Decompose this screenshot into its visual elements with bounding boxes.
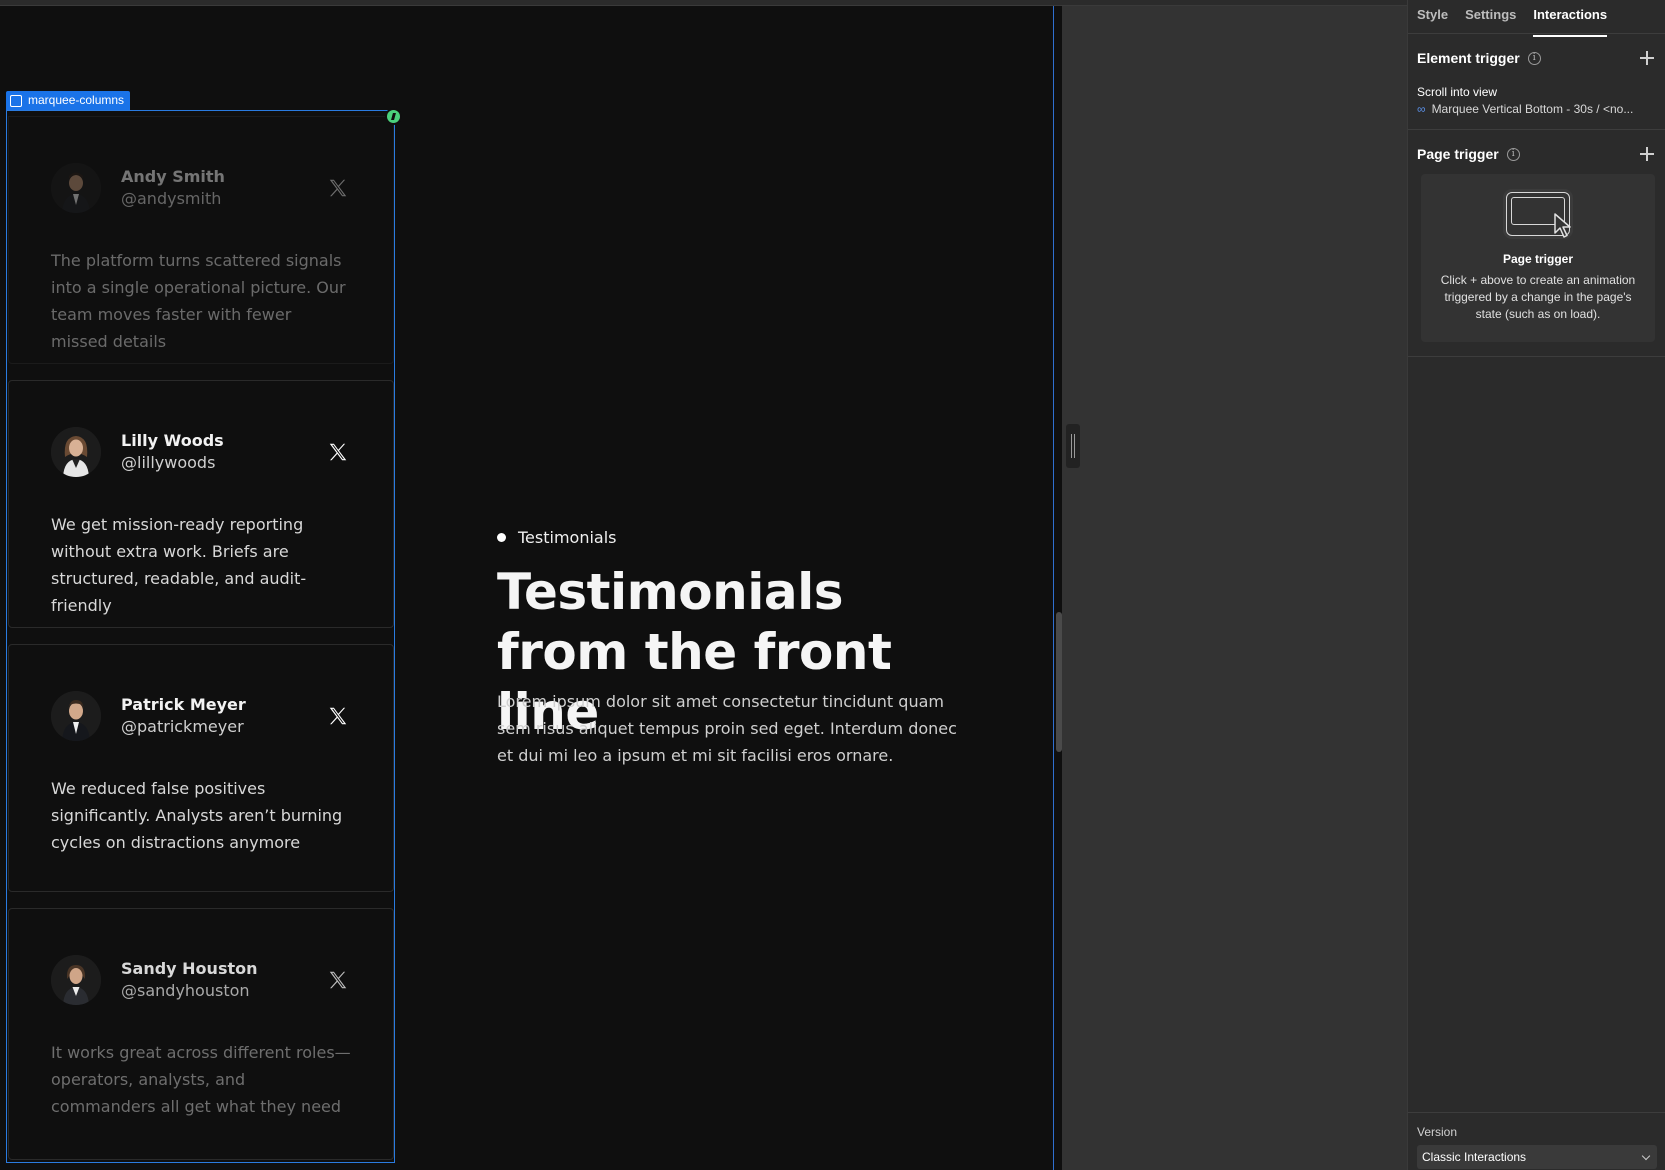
x-logo-icon[interactable]	[327, 177, 349, 199]
element-trigger-item[interactable]: Scroll into view ∞ Marquee Vertical Bott…	[1417, 84, 1656, 118]
info-icon[interactable]: i	[1527, 51, 1541, 65]
properties-panel: Style Settings Interactions Element trig…	[1407, 0, 1665, 1170]
version-value: Classic Interactions	[1422, 1150, 1527, 1164]
version-section: Version Classic Interactions	[1408, 1112, 1665, 1170]
link-icon: ∞	[1417, 102, 1426, 116]
empty-state-text: Click + above to create an animation tri…	[1440, 273, 1636, 321]
section-tag: Testimonials	[497, 528, 617, 547]
selection-label[interactable]: marquee-columns	[6, 91, 131, 110]
author-name: Sandy Houston	[121, 959, 258, 978]
page-trigger-section: Page trigger i Page trigger Click + abov…	[1408, 130, 1665, 357]
version-select[interactable]: Classic Interactions	[1417, 1145, 1657, 1169]
testimonial-card[interactable]: Lilly Woods @lillywoods We get mission-r…	[8, 380, 394, 628]
element-trigger-title: Element trigger	[1417, 50, 1520, 66]
tab-settings[interactable]: Settings	[1465, 0, 1516, 33]
browser-cursor-icon	[1506, 192, 1571, 238]
author-handle: @patrickmeyer	[121, 717, 244, 736]
author-handle: @lillywoods	[121, 453, 216, 472]
testimonial-quote: We reduced false positives significantly…	[51, 779, 343, 852]
panel-tabs: Style Settings Interactions	[1408, 0, 1665, 37]
bullet-dot-icon	[497, 533, 506, 542]
info-icon[interactable]: i	[1506, 147, 1520, 161]
empty-state-title: Page trigger	[1502, 252, 1574, 266]
canvas-edge-line	[1053, 6, 1054, 1170]
testimonial-card[interactable]: Andy Smith @andysmith The platform turns…	[8, 116, 394, 364]
x-logo-icon[interactable]	[327, 969, 349, 991]
trigger-event: Scroll into view	[1417, 85, 1498, 99]
section-description: Lorem ipsum dolor sit amet consectetur t…	[497, 692, 957, 765]
element-box-icon	[10, 94, 22, 107]
testimonial-quote: We get mission-ready reporting without e…	[51, 515, 307, 615]
canvas-scrollbar[interactable]	[1056, 612, 1062, 752]
avatar	[51, 955, 101, 1005]
interaction-lightning-icon[interactable]	[385, 108, 402, 125]
avatar	[51, 691, 101, 741]
author-handle: @sandyhouston	[121, 981, 250, 1000]
design-canvas[interactable]: Andy Smith @andysmith The platform turns…	[0, 6, 1062, 1170]
testimonial-card[interactable]: Patrick Meyer @patrickmeyer We reduced f…	[8, 644, 394, 892]
section-tag-label: Testimonials	[518, 528, 617, 547]
canvas-gutter	[1062, 6, 1407, 1170]
canvas-resize-handle[interactable]	[1066, 424, 1080, 468]
selection-label-text: marquee-columns	[28, 93, 125, 107]
tab-style[interactable]: Style	[1417, 0, 1448, 33]
trigger-animation[interactable]: Marquee Vertical Bottom - 30s / <no...	[1432, 100, 1634, 118]
testimonial-quote: It works great across different roles—op…	[51, 1043, 351, 1116]
version-label: Version	[1417, 1125, 1458, 1139]
avatar	[51, 427, 101, 477]
testimonial-card[interactable]: Sandy Houston @sandyhouston It works gre…	[8, 908, 394, 1160]
page-trigger-title: Page trigger	[1417, 146, 1499, 162]
add-element-trigger-icon[interactable]	[1640, 51, 1654, 65]
x-logo-icon[interactable]	[327, 441, 349, 463]
testimonial-quote: The platform turns scattered signals int…	[51, 251, 346, 351]
marquee-columns[interactable]: Andy Smith @andysmith The platform turns…	[8, 116, 394, 1170]
author-name: Patrick Meyer	[121, 695, 246, 714]
author-name: Lilly Woods	[121, 431, 224, 450]
author-name: Andy Smith	[121, 167, 225, 186]
x-logo-icon[interactable]	[327, 705, 349, 727]
author-handle: @andysmith	[121, 189, 222, 208]
add-page-trigger-icon[interactable]	[1640, 147, 1654, 161]
tab-interactions[interactable]: Interactions	[1533, 0, 1607, 37]
element-trigger-section: Element trigger i Scroll into view ∞ Mar…	[1408, 34, 1665, 130]
page-trigger-empty-state: Page trigger Click + above to create an …	[1421, 174, 1655, 342]
chevron-down-icon	[1641, 1151, 1651, 1161]
avatar	[51, 163, 101, 213]
